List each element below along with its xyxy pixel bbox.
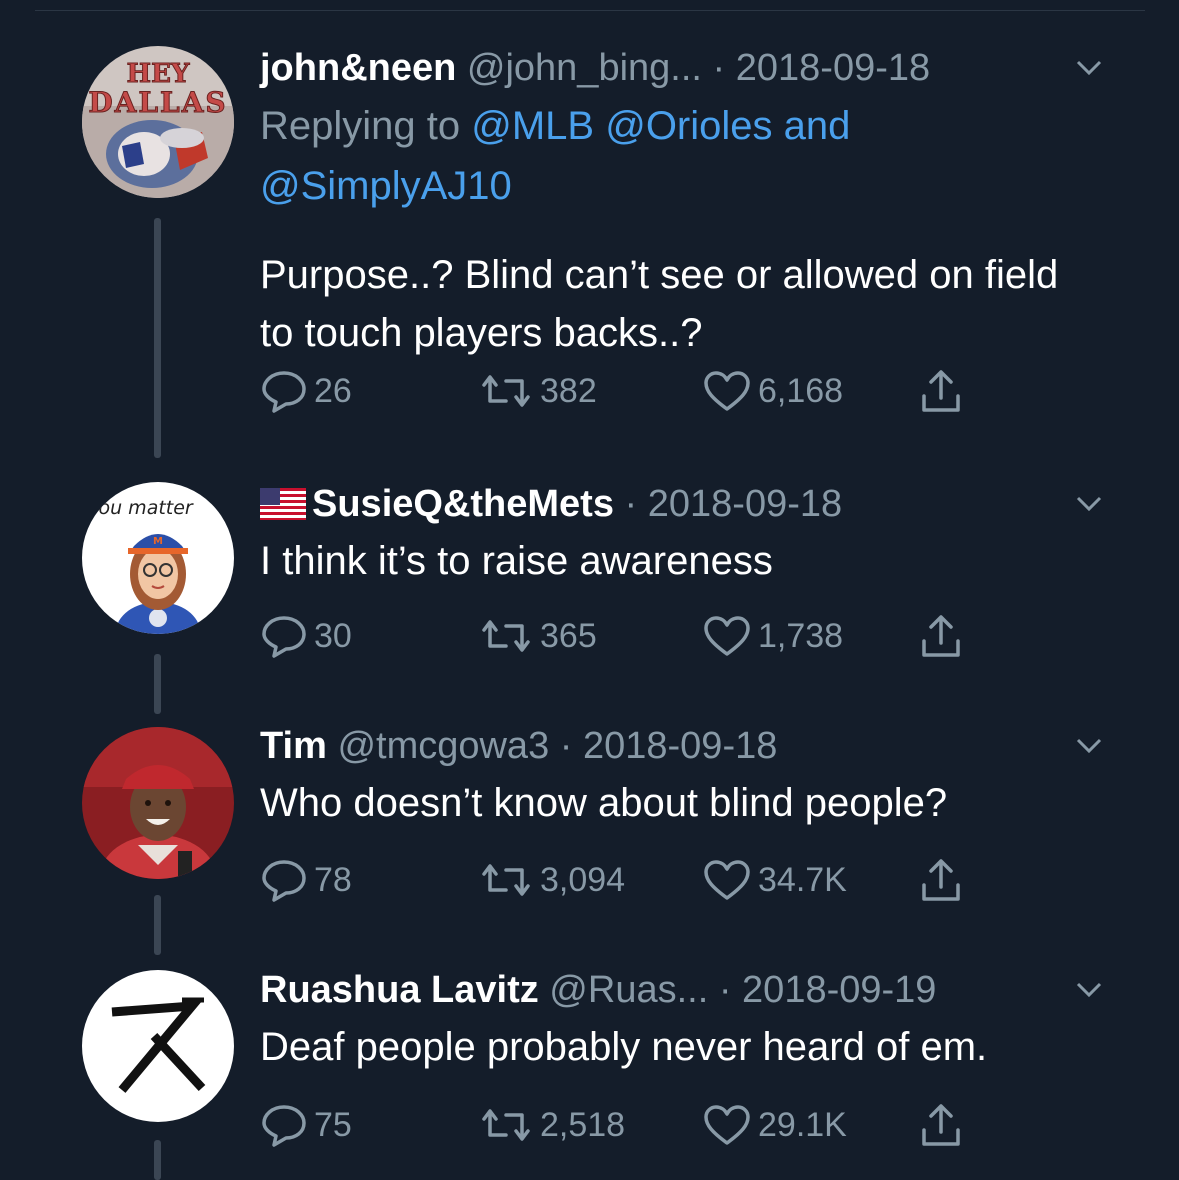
thread-line bbox=[154, 895, 161, 955]
chevron-down-icon[interactable] bbox=[1074, 58, 1104, 78]
separator: · bbox=[718, 969, 732, 1011]
reply-button[interactable]: 75 bbox=[260, 1100, 352, 1150]
like-button[interactable]: 6,168 bbox=[702, 366, 843, 416]
retweet-count: 2,518 bbox=[540, 1105, 626, 1144]
separator: · bbox=[559, 725, 573, 767]
like-count: 29.1K bbox=[758, 1105, 847, 1144]
like-icon bbox=[704, 1105, 750, 1145]
chevron-down-icon[interactable] bbox=[1074, 736, 1104, 756]
avatar-text-top: HEY bbox=[127, 59, 190, 89]
like-count: 34.7K bbox=[758, 860, 847, 899]
handle[interactable]: @Ruas... bbox=[549, 969, 708, 1011]
share-icon bbox=[922, 615, 960, 657]
timestamp[interactable]: 2018-09-19 bbox=[742, 969, 936, 1011]
retweet-icon bbox=[482, 375, 530, 407]
retweet-icon bbox=[482, 620, 530, 652]
share-button[interactable] bbox=[916, 611, 966, 666]
tweet-text: Purpose..? Blind can’t see or allowed on… bbox=[260, 253, 1059, 355]
reply-button[interactable]: 78 bbox=[260, 855, 352, 905]
share-button[interactable] bbox=[916, 1100, 966, 1155]
reply-icon bbox=[262, 616, 306, 658]
share-button[interactable] bbox=[916, 366, 966, 421]
retweet-button[interactable]: 382 bbox=[478, 366, 597, 416]
like-button[interactable]: 29.1K bbox=[702, 1100, 847, 1150]
reply-icon bbox=[262, 371, 306, 413]
display-name[interactable]: SusieQ&theMets bbox=[312, 483, 614, 525]
retweet-count: 382 bbox=[540, 371, 597, 410]
share-icon bbox=[922, 370, 960, 412]
handle[interactable]: @john_bing... bbox=[467, 47, 702, 89]
reply-count: 26 bbox=[314, 371, 352, 410]
tweet-header: Tim @tmcgowa3 · 2018-09-18 bbox=[260, 722, 1109, 770]
retweet-count: 365 bbox=[540, 616, 597, 655]
tweet-header: john&neen @john_bing... · 2018-09-18 bbox=[260, 44, 1109, 92]
share-icon bbox=[922, 859, 960, 901]
like-count: 1,738 bbox=[758, 616, 844, 655]
reply-button[interactable]: 30 bbox=[260, 611, 352, 661]
replying-prefix: Replying to bbox=[260, 104, 461, 148]
handle[interactable]: @tmcgowa3 bbox=[337, 725, 549, 767]
share-icon bbox=[922, 1104, 960, 1146]
reply-count: 30 bbox=[314, 616, 352, 655]
retweet-button[interactable]: 3,094 bbox=[478, 855, 625, 905]
chevron-down-icon[interactable] bbox=[1074, 494, 1104, 514]
replying-mentions[interactable]: @MLB @Orioles and bbox=[471, 104, 850, 148]
chevron-down-icon[interactable] bbox=[1074, 980, 1104, 1000]
separator: · bbox=[712, 47, 726, 89]
display-name[interactable]: john&neen bbox=[260, 47, 456, 89]
tweet-text: I think it’s to raise awareness bbox=[260, 539, 773, 583]
reply-count: 78 bbox=[314, 860, 352, 899]
timestamp[interactable]: 2018-09-18 bbox=[736, 47, 930, 89]
retweet-count: 3,094 bbox=[540, 860, 626, 899]
share-button[interactable] bbox=[916, 855, 966, 910]
avatar-john-neen[interactable]: HEY DALLAS bbox=[82, 46, 234, 198]
timestamp[interactable]: 2018-09-18 bbox=[648, 483, 842, 525]
like-count: 6,168 bbox=[758, 371, 844, 410]
reply-button[interactable]: 26 bbox=[260, 366, 352, 416]
timestamp[interactable]: 2018-09-18 bbox=[583, 725, 777, 767]
retweet-icon bbox=[482, 864, 530, 896]
retweet-button[interactable]: 365 bbox=[478, 611, 597, 661]
replying-to: Replying to @MLB @Orioles and bbox=[260, 96, 1109, 156]
thread-line bbox=[154, 218, 161, 458]
like-icon bbox=[704, 860, 750, 900]
display-name[interactable]: Ruashua Lavitz bbox=[260, 969, 539, 1011]
thread-line bbox=[154, 1140, 161, 1180]
tweet-header: Ruashua Lavitz @Ruas... · 2018-09-19 bbox=[260, 966, 1109, 1014]
svg-text:M: M bbox=[153, 536, 163, 547]
display-name[interactable]: Tim bbox=[260, 725, 327, 767]
separator: · bbox=[624, 483, 638, 525]
tweet-header: SusieQ&theMets · 2018-09-18 bbox=[260, 480, 1109, 528]
retweet-icon bbox=[482, 1109, 530, 1141]
replying-to-continued: @SimplyAJ10 bbox=[260, 156, 1109, 216]
avatar-ruashua[interactable] bbox=[82, 970, 234, 1122]
tweet-text: Who doesn’t know about blind people? bbox=[260, 781, 948, 825]
us-flag-icon bbox=[260, 488, 306, 520]
like-icon bbox=[704, 616, 750, 656]
like-button[interactable]: 34.7K bbox=[702, 855, 847, 905]
thread-line bbox=[154, 654, 161, 714]
retweet-button[interactable]: 2,518 bbox=[478, 1100, 625, 1150]
like-icon bbox=[704, 371, 750, 411]
avatar-caption: you matter bbox=[86, 497, 194, 519]
avatar-tim[interactable] bbox=[82, 727, 234, 879]
reply-icon bbox=[262, 1105, 306, 1147]
like-button[interactable]: 1,738 bbox=[702, 611, 843, 661]
reply-icon bbox=[262, 860, 306, 902]
avatar-susieq[interactable]: M you matter bbox=[82, 482, 234, 634]
avatar-text-bottom: DALLAS bbox=[88, 86, 227, 119]
tweet-text: Deaf people probably never heard of em. bbox=[260, 1025, 988, 1069]
replying-mention-simplyaj10[interactable]: @SimplyAJ10 bbox=[260, 164, 512, 208]
reply-count: 75 bbox=[314, 1105, 352, 1144]
top-divider bbox=[35, 10, 1145, 11]
